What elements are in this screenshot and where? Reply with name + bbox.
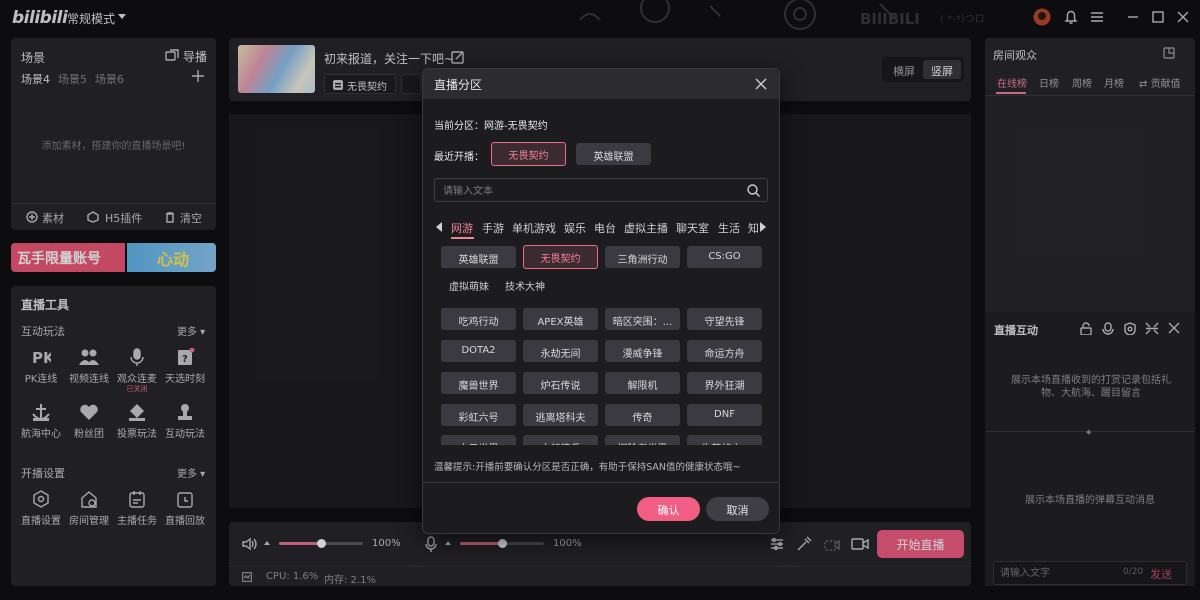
game-grid: 吃鸡行动 APEX英雄 暗区突围：... 守望先锋 DOTA2 永劫无间 漫威争… [441, 305, 763, 445]
game-chip[interactable]: 解限机 [605, 372, 680, 394]
featured-chip[interactable]: 英雄联盟 [441, 246, 516, 268]
game-chip[interactable]: DOTA2 [441, 340, 516, 362]
game-chip[interactable]: 大只世界 [441, 435, 516, 445]
featured-chip[interactable]: 三角洲行动 [605, 246, 680, 268]
recent-chip-valorant[interactable]: 无畏契约 [491, 142, 566, 166]
category-modal: 直播分区 当前分区：网游-无畏契约 最近开播： 无畏契约 英雄联盟 网游 手游 … [422, 68, 780, 534]
game-chip[interactable]: 探险者世界 [605, 435, 680, 445]
sub-tag[interactable]: 技术大神 [505, 278, 545, 293]
game-chip[interactable]: 逃离塔科夫 [523, 404, 598, 426]
close-icon[interactable] [754, 77, 768, 91]
game-chip[interactable]: 吃鸡行动 [441, 308, 516, 330]
tab-entertainment[interactable]: 娱乐 [564, 220, 586, 236]
category-tabs: 网游 手游 单机游戏 娱乐 电台 虚拟主播 聊天室 生活 知 [434, 217, 768, 239]
category-tip: 温馨提示:开播前要确认分区是否正确，有助于保持SAN值的健康状态哦~ [434, 462, 741, 473]
divider [423, 482, 779, 483]
current-category: 当前分区：网游-无畏契约 [434, 121, 548, 132]
game-chip[interactable]: 暗区突围：... [605, 308, 680, 330]
category-search-box [434, 178, 768, 202]
tab-knowledge[interactable]: 知 [748, 220, 758, 236]
modal-title: 直播分区 [434, 78, 483, 92]
game-chip[interactable]: 占领德兵 [523, 435, 598, 445]
recent-chip-lol[interactable]: 英雄联盟 [576, 143, 651, 165]
chevron-right-icon[interactable] [760, 222, 766, 232]
game-chip[interactable]: 守望先锋 [687, 308, 762, 330]
tab-online-games[interactable]: 网游 [451, 220, 473, 236]
game-chip[interactable]: DNF [687, 404, 762, 426]
tab-vtuber[interactable]: 虚拟主播 [624, 220, 668, 236]
game-chip[interactable]: 失落胡衣2 [687, 435, 762, 445]
tab-mobile-games[interactable]: 手游 [482, 220, 504, 236]
modal-header: 直播分区 [423, 69, 779, 99]
game-chip[interactable]: APEX英雄 [523, 308, 598, 330]
tab-chat-room[interactable]: 聊天室 [676, 220, 709, 236]
game-chip[interactable]: 界外狂潮 [687, 372, 762, 394]
chevron-left-icon[interactable] [436, 222, 442, 232]
game-chip[interactable]: 漫威争锋 [605, 340, 680, 362]
category-search-input[interactable] [443, 183, 733, 199]
game-chip[interactable]: 炉石传说 [523, 372, 598, 394]
game-chip[interactable]: 魔兽世界 [441, 372, 516, 394]
featured-chip[interactable]: CS:GO [687, 246, 762, 268]
game-chip[interactable]: 命运方舟 [687, 340, 762, 362]
game-chip[interactable]: 传奇 [605, 404, 680, 426]
game-chip[interactable]: 永劫无间 [523, 340, 598, 362]
active-tab-indicator [451, 237, 474, 239]
cancel-button[interactable]: 取消 [706, 497, 769, 521]
tab-single-player[interactable]: 单机游戏 [512, 220, 556, 236]
search-icon[interactable] [747, 184, 760, 197]
featured-chip-selected[interactable]: 无畏契约 [523, 245, 598, 269]
sub-tag[interactable]: 虚拟萌妹 [449, 278, 489, 293]
tab-radio[interactable]: 电台 [594, 220, 616, 236]
confirm-button[interactable]: 确认 [637, 497, 700, 521]
game-chip[interactable]: 彩虹六号 [441, 404, 516, 426]
recent-label: 最近开播： [434, 152, 484, 163]
tab-life[interactable]: 生活 [718, 220, 740, 236]
